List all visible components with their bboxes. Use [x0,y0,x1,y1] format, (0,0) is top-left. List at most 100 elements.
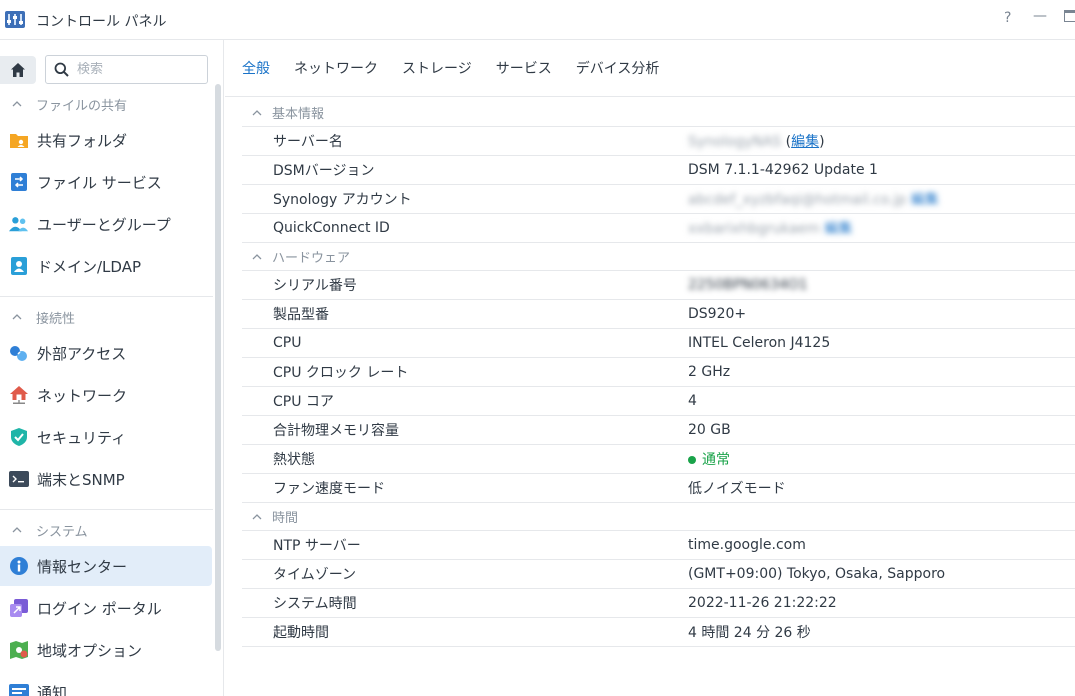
row-value: INTEL Celeron J4125 [688,335,831,351]
security-shield-icon [9,427,29,447]
row-system-time: システム時間 2022-11-26 21:22:22 [242,589,1075,618]
row-key: Synology アカウント [273,192,412,208]
row-dsm-version: DSMバージョン DSM 7.1.1-42962 Update 1 [242,156,1075,185]
row-key: 製品型番 [273,307,329,323]
sidebar-item-label: 通知 [37,683,68,696]
sidebar-item-login-portal[interactable]: ログイン ポータル [0,588,212,628]
section-file-sharing[interactable]: ファイルの共有 [0,92,213,116]
window-title: コントロール パネル [36,14,167,30]
chevron-up-icon [12,527,22,533]
row-cpu-cores: CPU コア 4 [242,387,1075,416]
control-panel-icon [5,11,25,28]
row-value: DSM 7.1.1-42962 Update 1 [688,162,878,178]
maximize-button[interactable] [1064,10,1075,22]
chevron-up-icon [12,314,22,320]
sidebar-item-domain-ldap[interactable]: ドメイン/LDAP [0,246,212,286]
group-label: 基本情報 [272,107,325,122]
sidebar-item-terminal-snmp[interactable]: 端末とSNMP [0,459,212,499]
group-hardware[interactable]: ハードウェア [242,243,1075,271]
tab-services[interactable]: サービス [496,58,552,78]
sidebar-scrollbar[interactable] [215,84,221,651]
section-system[interactable]: システム [0,518,213,542]
file-services-icon [9,172,29,192]
minimize-button[interactable]: — [1033,8,1047,24]
search-field[interactable] [45,55,208,84]
row-serial: シリアル番号 2250BPN0634O1 [242,271,1075,300]
sidebar-item-notification[interactable]: 通知 [0,672,212,696]
row-ntp: NTP サーバー time.google.com [242,531,1075,560]
server-name-value: SynologyNAS [688,134,782,150]
domain-ldap-icon [9,256,29,276]
chevron-up-icon [252,109,262,115]
login-portal-icon [9,598,29,618]
group-time[interactable]: 時間 [242,503,1075,531]
info-table: 基本情報 サーバー名 SynologyNAS (編集) DSMバージョン DSM… [242,99,1075,647]
sidebar-item-label: 共有フォルダ [37,131,128,150]
row-value: 2022-11-26 21:22:22 [688,595,837,611]
row-thermal: 熱状態 通常 [242,445,1075,474]
sidebar-item-security[interactable]: セキュリティ [0,417,212,457]
sidebar-item-label: 外部アクセス [37,344,127,363]
sidebar-item-label: ファイル サービス [37,173,162,192]
sidebar-item-shared-folder[interactable]: 共有フォルダ [0,120,212,160]
row-value: 2250BPN0634O1 [688,277,808,293]
edit-server-name-link[interactable]: 編集 [791,134,819,150]
edit-quickconnect-link[interactable]: 編集 [824,221,852,237]
tab-device-analytics[interactable]: デバイス分析 [576,58,660,78]
group-basic-info[interactable]: 基本情報 [242,99,1075,127]
row-value: 4 時間 24 分 26 秒 [688,625,811,641]
row-cpu-clock: CPU クロック レート 2 GHz [242,358,1075,387]
row-value: 低ノイズモード [688,481,786,497]
account-value: abcdef_xyzbfaqi@hotmail.co.jp [688,192,907,208]
sidebar-item-regional-options[interactable]: 地域オプション [0,630,212,670]
search-input[interactable] [77,62,197,77]
row-value: 20 GB [688,422,731,438]
tab-general[interactable]: 全般 [242,58,270,78]
chevron-up-icon [252,513,262,519]
chevron-up-icon [252,253,262,259]
row-key: ファン速度モード [273,481,385,497]
notification-icon [9,682,29,696]
sidebar-item-label: 端末とSNMP [37,470,125,489]
row-key: シリアル番号 [273,278,357,294]
sidebar-item-file-services[interactable]: ファイル サービス [0,162,212,202]
sidebar-divider [0,509,213,510]
row-key: システム時間 [273,596,357,612]
home-button[interactable] [0,56,36,84]
sidebar-item-label: ドメイン/LDAP [37,257,142,276]
tab-bar: 全般 ネットワーク ストレージ サービス デバイス分析 [225,40,1075,97]
row-value: DS920+ [688,306,747,322]
row-cpu: CPU INTEL Celeron J4125 [242,329,1075,358]
main-panel: 全般 ネットワーク ストレージ サービス デバイス分析 基本情報 サーバー名 S… [225,40,1075,696]
row-value: abcdef_xyzbfaqi@hotmail.co.jp 編集 [688,189,939,209]
group-label: ハードウェア [272,251,351,266]
group-label: 時間 [272,511,299,526]
home-icon [11,63,25,77]
tab-storage[interactable]: ストレージ [402,58,472,78]
row-key: 熱状態 [273,452,315,468]
sidebar: ファイルの共有 共有フォルダ ファイル サービス ユーザーとグループ ドメイン/… [0,40,224,696]
tab-network[interactable]: ネットワーク [294,58,378,78]
row-memory: 合計物理メモリ容量 20 GB [242,416,1075,445]
row-uptime: 起動時間 4 時間 24 分 26 秒 [242,618,1075,647]
help-button[interactable]: ? [1004,10,1011,26]
sidebar-item-external-access[interactable]: 外部アクセス [0,333,212,373]
section-connectivity[interactable]: 接続性 [0,305,213,329]
sidebar-item-label: 地域オプション [37,641,143,660]
row-value: xxbarixhbgrukaem 編集 [688,218,852,238]
sidebar-item-network[interactable]: ネットワーク [0,375,212,415]
row-fan-mode: ファン速度モード 低ノイズモード [242,474,1075,503]
shared-folder-icon [9,130,29,150]
network-icon [9,385,29,405]
sidebar-item-users-groups[interactable]: ユーザーとグループ [0,204,212,244]
external-access-icon [9,343,29,363]
quickconnect-value: xxbarixhbgrukaem [688,221,820,237]
row-value: 通常 [688,449,730,469]
row-key: NTP サーバー [273,538,361,554]
edit-account-link[interactable]: 編集 [911,192,939,208]
title-bar: コントロール パネル ? — [0,0,1075,40]
sidebar-item-info-center[interactable]: 情報センター [0,546,212,586]
row-key: DSMバージョン [273,163,375,179]
row-key: 合計物理メモリ容量 [273,423,399,439]
row-value: (GMT+09:00) Tokyo, Osaka, Sapporo [688,566,946,582]
